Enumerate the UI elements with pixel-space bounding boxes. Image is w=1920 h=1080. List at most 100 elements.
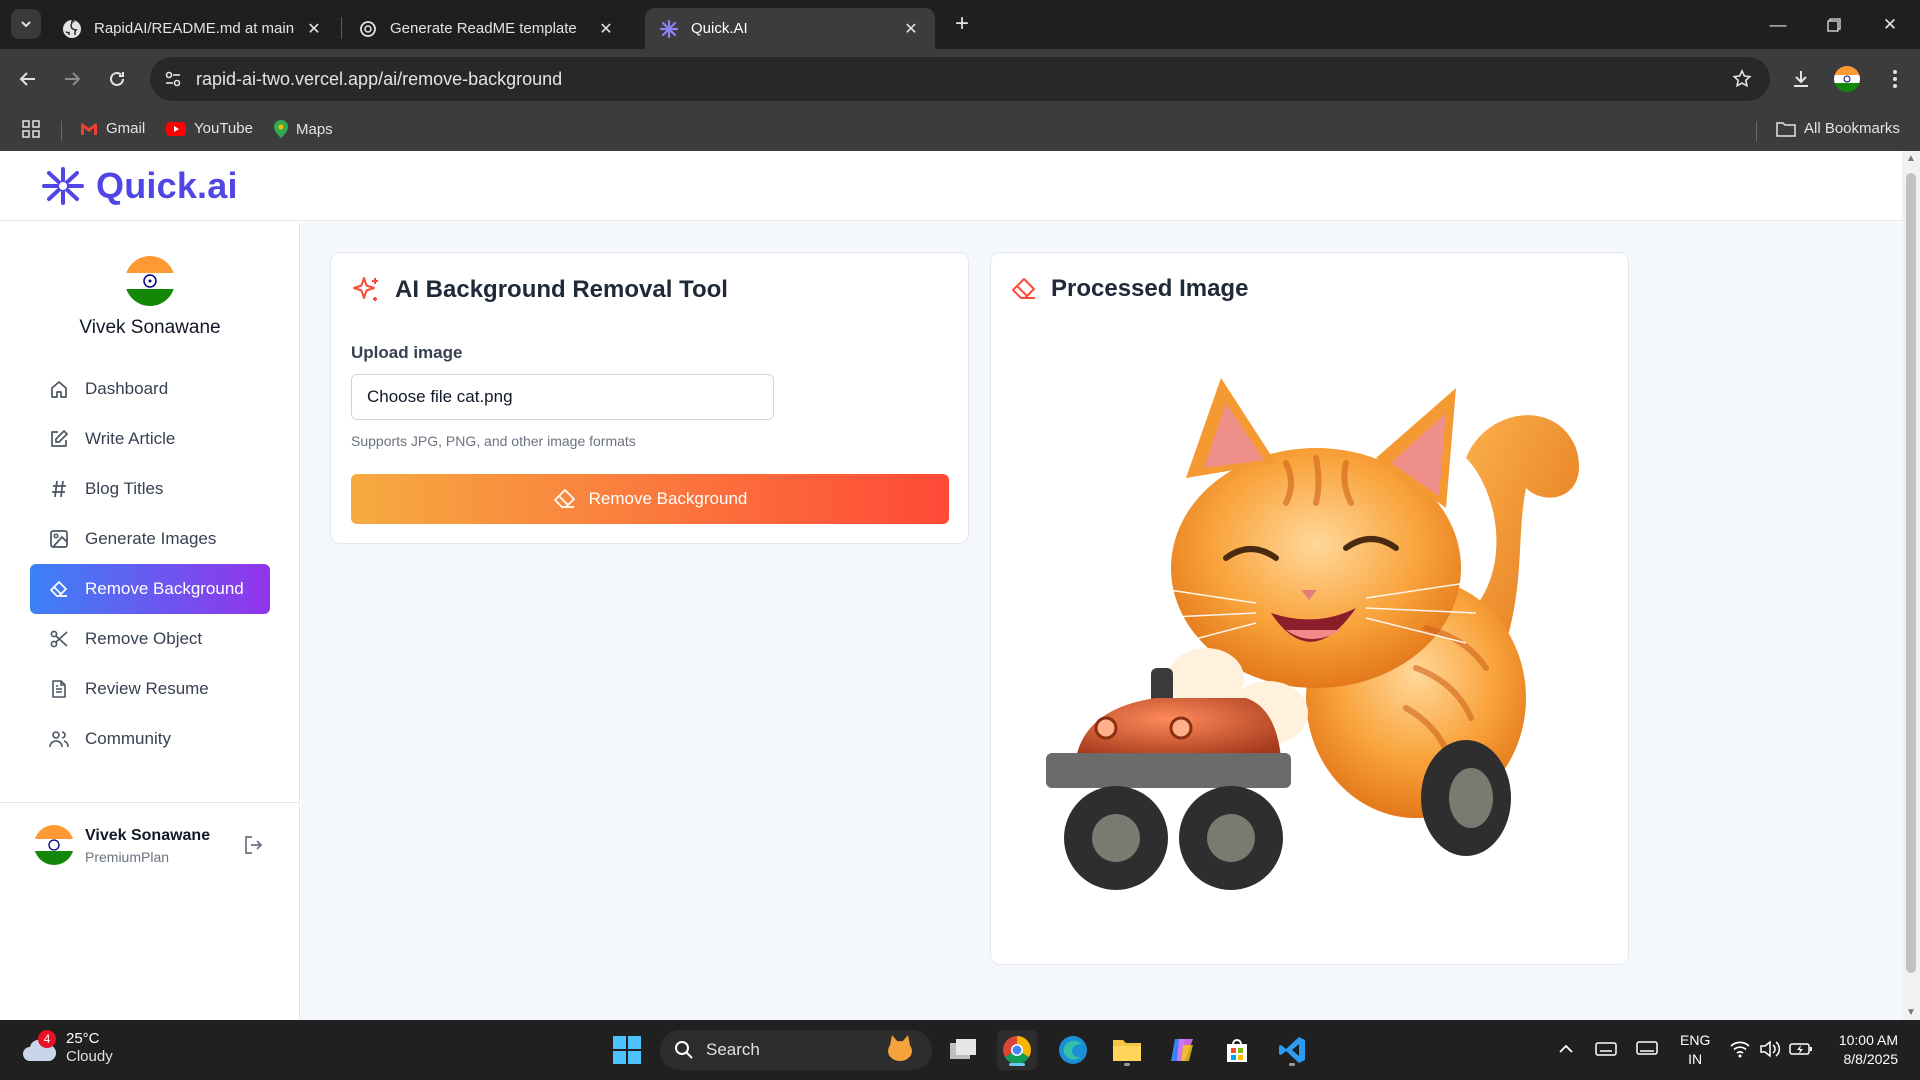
taskbar-clock[interactable]: 10:00 AM 8/8/2025 (1830, 1031, 1898, 1069)
volume-tray-button[interactable] (1757, 1034, 1783, 1064)
wifi-tray-button[interactable] (1727, 1034, 1753, 1064)
sidebar-user-name: Vivek Sonawane (79, 317, 221, 338)
task-view-button[interactable] (943, 1030, 983, 1070)
show-hidden-icons-button[interactable] (1553, 1034, 1579, 1064)
sidebar-item-label: Community (85, 729, 171, 748)
taskbar-store[interactable] (1217, 1030, 1257, 1070)
reload-button[interactable] (101, 63, 133, 95)
hash-icon (49, 479, 69, 499)
site-info-icon[interactable] (162, 68, 184, 90)
close-tab-icon[interactable]: ✕ (596, 19, 616, 39)
display-tray-button[interactable] (1634, 1034, 1660, 1064)
sidebar-item-write-article[interactable]: Write Article (30, 414, 270, 464)
avatar[interactable] (125, 256, 175, 306)
sidebar-item-community[interactable]: Community (30, 714, 270, 764)
weather-condition: Cloudy (66, 1048, 113, 1065)
eraser-icon (49, 579, 69, 599)
all-bookmarks-button[interactable]: All Bookmarks (1776, 120, 1900, 137)
github-icon (62, 19, 82, 39)
scroll-down-icon[interactable]: ▼ (1906, 1007, 1916, 1018)
result-card: Processed Image (990, 252, 1629, 965)
close-tab-icon[interactable]: ✕ (304, 19, 324, 39)
sidebar-item-blog-titles[interactable]: Blog Titles (30, 464, 270, 514)
tab-title: RapidAI/README.md at main · (94, 20, 296, 37)
taskbar-file-explorer[interactable] (1107, 1030, 1147, 1070)
app-logo[interactable]: Quick.ai (40, 165, 238, 207)
bookmark-star-icon[interactable] (1730, 67, 1754, 91)
taskbar-vscode[interactable] (1272, 1030, 1312, 1070)
tab-github[interactable]: RapidAI/README.md at main · ✕ (48, 8, 338, 49)
search-highlight-cat-icon (882, 1033, 918, 1068)
wifi-icon (1730, 1041, 1750, 1058)
active-indicator (1009, 1063, 1025, 1066)
browser-tab-bar: RapidAI/README.md at main · ✕ Generate R… (0, 0, 1920, 49)
taskbar-search[interactable]: Search (660, 1030, 932, 1070)
start-button[interactable] (607, 1030, 647, 1070)
browser-menu-button[interactable] (1880, 64, 1910, 94)
sidebar-item-review-resume[interactable]: Review Resume (30, 664, 270, 714)
language-line1: ENG (1680, 1032, 1711, 1048)
tab-quickai[interactable]: Quick.AI ✕ (645, 8, 935, 49)
logout-button[interactable] (242, 833, 266, 857)
new-tab-button[interactable]: + (948, 10, 976, 38)
scroll-up-icon[interactable]: ▲ (1906, 153, 1916, 164)
all-bookmarks-label: All Bookmarks (1804, 120, 1900, 137)
bookmark-gmail[interactable]: Gmail (80, 120, 145, 137)
taskbar-edge[interactable] (1053, 1030, 1093, 1070)
sidebar-item-label: Review Resume (85, 679, 209, 698)
minimize-button[interactable]: — (1750, 0, 1806, 49)
clock-time: 10:00 AM (1838, 1032, 1898, 1048)
taskbar-chrome[interactable] (997, 1030, 1037, 1070)
url-text[interactable]: rapid-ai-two.vercel.app/ai/remove-backgr… (196, 69, 562, 90)
back-button[interactable] (12, 63, 44, 95)
profile-button[interactable] (1832, 64, 1862, 94)
language-line2: IN (1688, 1051, 1703, 1067)
weather-widget[interactable]: 4 25°C Cloudy (22, 1030, 113, 1066)
maps-pin-icon (274, 120, 288, 138)
scrollbar-thumb[interactable] (1906, 173, 1916, 973)
tab-chatgpt[interactable]: Generate ReadME template ✕ (344, 8, 630, 49)
browser-toolbar: rapid-ai-two.vercel.app/ai/remove-backgr… (0, 49, 1920, 109)
sidebar-item-remove-background[interactable]: Remove Background (30, 564, 270, 614)
logo-text: Quick.ai (96, 165, 238, 206)
running-indicator (1124, 1063, 1130, 1066)
page-scrollbar[interactable]: ▲ ▼ (1902, 151, 1920, 1020)
file-upload-input[interactable]: Choose file cat.png (351, 374, 774, 420)
sparkles-icon (353, 277, 378, 301)
language-indicator[interactable]: ENG IN (1680, 1031, 1710, 1069)
avatar[interactable] (34, 825, 74, 865)
remove-background-button-label: Remove Background (588, 489, 748, 508)
taskbar-copilot[interactable] (1162, 1030, 1202, 1070)
weather-temp: 25°C (66, 1030, 100, 1047)
close-tab-icon[interactable]: ✕ (901, 19, 921, 39)
restore-button[interactable] (1806, 0, 1862, 49)
sidebar-item-dashboard[interactable]: Dashboard (30, 364, 270, 414)
search-icon (675, 1041, 693, 1059)
sidebar-item-label: Generate Images (85, 529, 217, 548)
users-icon (49, 729, 69, 749)
bookmark-maps[interactable]: Maps (274, 120, 333, 138)
download-icon (1794, 71, 1808, 87)
apps-grid-icon[interactable] (22, 120, 40, 138)
battery-tray-button[interactable] (1788, 1034, 1814, 1064)
sidebar: Vivek Sonawane Dashboard Write Article B… (0, 222, 300, 1020)
bookmark-youtube[interactable]: YouTube (166, 120, 253, 137)
folder-icon (1113, 1040, 1141, 1061)
restore-icon (1827, 17, 1841, 32)
sidebar-item-remove-object[interactable]: Remove Object (30, 614, 270, 664)
address-bar[interactable]: rapid-ai-two.vercel.app/ai/remove-backgr… (150, 57, 1770, 101)
quickai-icon (659, 19, 679, 39)
folder-icon (1776, 121, 1796, 137)
chevron-down-icon (21, 21, 31, 28)
battery-charging-icon (1789, 1043, 1812, 1055)
sidebar-item-generate-images[interactable]: Generate Images (30, 514, 270, 564)
tab-search-button[interactable] (11, 9, 41, 39)
keyboard-tray-button[interactable] (1593, 1034, 1619, 1064)
forward-button[interactable] (56, 63, 88, 95)
tool-card-header: AI Background Removal Tool (351, 275, 728, 305)
close-window-button[interactable]: ✕ (1862, 0, 1918, 49)
remove-background-button[interactable]: Remove Background (351, 474, 949, 524)
sidebar-item-label: Blog Titles (85, 479, 164, 498)
bookmark-label: YouTube (194, 120, 253, 137)
downloads-button[interactable] (1786, 64, 1816, 94)
